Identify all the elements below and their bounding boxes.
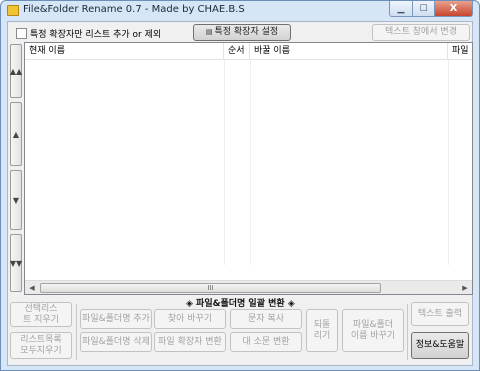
down-arrow-icon: ▼ — [12, 195, 20, 205]
window-title: File&Folder Rename 0.7 - Made by CHAE.B.… — [23, 4, 245, 15]
revert-label: 되돌리기 — [313, 319, 331, 341]
move-bottom-button[interactable]: ▼▼ — [10, 234, 22, 292]
column-current-name[interactable]: 현재 이름 — [25, 43, 224, 60]
move-top-button[interactable]: ▲▲ — [10, 44, 22, 98]
close-button[interactable]: X — [435, 1, 473, 17]
scroll-left-icon[interactable]: ◀ — [25, 281, 39, 294]
add-name-label: 파일&폴더명 추가 — [82, 313, 150, 324]
text-change-label: 텍스트 창에서 변경 — [385, 27, 457, 37]
scroll-right-icon[interactable]: ▶ — [458, 281, 472, 294]
column-order[interactable]: 순서 — [224, 43, 250, 60]
text-output-button[interactable]: 텍스트 출력 — [411, 302, 469, 326]
find-replace-label: 찾아 바꾸기 — [167, 313, 213, 324]
scroll-thumb[interactable]: III — [40, 283, 381, 293]
minimize-button[interactable]: ▁ — [389, 1, 413, 17]
title-bar[interactable]: File&Folder Rename 0.7 - Made by CHAE.B.… — [1, 1, 479, 21]
move-up-button[interactable]: ▲ — [10, 102, 22, 166]
delete-name-label: 파일&폴더명 삭제 — [82, 336, 150, 347]
clear-selected-button[interactable]: 선택리스트 지우기 — [10, 302, 72, 327]
ext-convert-label: 파일 확장자 변환 — [158, 336, 222, 347]
close-icon: X — [449, 3, 458, 14]
scroll-grip-icon: III — [207, 284, 214, 292]
revert-button[interactable]: 되돌리기 — [306, 309, 338, 352]
column-divider — [224, 60, 225, 265]
maximize-icon: ☐ — [419, 3, 428, 14]
double-down-arrow-icon: ▼▼ — [9, 258, 23, 268]
text-output-label: 텍스트 출력 — [417, 308, 463, 319]
list-icon: ▤ — [205, 28, 213, 36]
main-panel: 특정 확장자만 리스트 추가 or 제외 ▤ 특정 확장자 설정 텍스트 창에서 … — [7, 21, 473, 366]
copy-char-label: 문자 복사 — [248, 313, 284, 324]
double-up-arrow-icon: ▲▲ — [9, 66, 23, 76]
ext-convert-button[interactable]: 파일 확장자 변환 — [154, 332, 226, 352]
checkbox-box[interactable] — [16, 28, 27, 39]
clear-all-label: 리스트목록 모두지우기 — [20, 334, 62, 356]
ext-setting-button[interactable]: ▤ 특정 확장자 설정 — [193, 24, 291, 41]
maximize-button[interactable]: ☐ — [413, 1, 435, 17]
batch-convert-group-label: ◈ 파일&폴더명 일괄 변환 ◈ — [186, 299, 295, 309]
minimize-icon: ▁ — [397, 3, 405, 14]
file-list[interactable]: 현재 이름 순서 바꿀 이름 파일 ◀ III ▶ — [24, 42, 473, 295]
move-down-button[interactable]: ▼ — [10, 170, 22, 230]
clear-selected-label: 선택리스트 지우기 — [23, 303, 59, 325]
info-help-button[interactable]: 정보&도움말 — [411, 332, 469, 359]
column-divider — [448, 60, 449, 265]
file-list-header: 현재 이름 순서 바꿀 이름 파일 — [25, 43, 472, 60]
case-convert-label: 대 소문 변환 — [242, 336, 290, 347]
text-change-button[interactable]: 텍스트 창에서 변경 — [372, 24, 470, 41]
info-help-label: 정보&도움말 — [415, 340, 465, 350]
window-controls: ▁ ☐ X — [389, 1, 473, 17]
separator — [407, 304, 408, 360]
app-window: File&Folder Rename 0.7 - Made by CHAE.B.… — [0, 0, 480, 371]
column-divider — [250, 60, 251, 265]
add-name-button[interactable]: 파일&폴더명 추가 — [80, 309, 152, 329]
copy-char-button[interactable]: 문자 복사 — [230, 309, 302, 329]
horizontal-scrollbar[interactable]: ◀ III ▶ — [25, 280, 472, 294]
up-arrow-icon: ▲ — [12, 129, 20, 139]
rename-label: 파일&폴더 이름 바꾸기 — [350, 319, 396, 341]
column-new-name[interactable]: 바꿀 이름 — [250, 43, 448, 60]
case-convert-button[interactable]: 대 소문 변환 — [230, 332, 302, 352]
ext-only-checkbox[interactable]: 특정 확장자만 리스트 추가 or 제외 — [16, 27, 161, 40]
separator — [76, 304, 77, 360]
column-file[interactable]: 파일 — [448, 43, 472, 60]
app-folder-icon — [7, 5, 19, 16]
ext-only-label: 특정 확장자만 리스트 추가 or 제외 — [30, 30, 162, 40]
clear-all-button[interactable]: 리스트목록 모두지우기 — [10, 332, 72, 359]
find-replace-button[interactable]: 찾아 바꾸기 — [154, 309, 226, 329]
delete-name-button[interactable]: 파일&폴더명 삭제 — [80, 332, 152, 352]
rename-button[interactable]: 파일&폴더 이름 바꾸기 — [342, 309, 404, 352]
ext-setting-label: 특정 확장자 설정 — [214, 27, 279, 37]
